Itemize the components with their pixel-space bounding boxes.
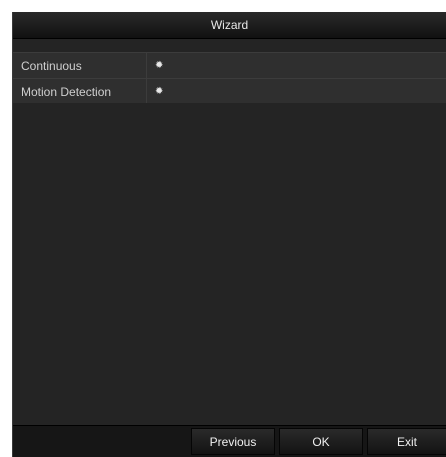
row-value-continuous: ✹ (147, 53, 446, 78)
table-row: Continuous ✹ (13, 53, 446, 79)
footer-bar: Previous OK Exit (13, 425, 446, 457)
ok-button[interactable]: OK (279, 428, 363, 455)
row-label-continuous: Continuous (13, 53, 147, 78)
gear-icon[interactable]: ✹ (155, 86, 163, 97)
table-row: Motion Detection ✹ (13, 79, 446, 105)
row-label-motion-detection: Motion Detection (13, 79, 147, 104)
title-bar: Wizard (13, 12, 446, 39)
gear-icon[interactable]: ✹ (155, 60, 163, 71)
row-value-motion-detection: ✹ (147, 79, 446, 104)
content-area (13, 103, 446, 428)
recording-type-table: Continuous ✹ Motion Detection ✹ (13, 52, 446, 105)
exit-button[interactable]: Exit (367, 428, 446, 455)
window-title: Wizard (210, 18, 249, 32)
previous-button[interactable]: Previous (191, 428, 275, 455)
wizard-window: Wizard Continuous ✹ Motion Detection ✹ P… (12, 12, 446, 457)
